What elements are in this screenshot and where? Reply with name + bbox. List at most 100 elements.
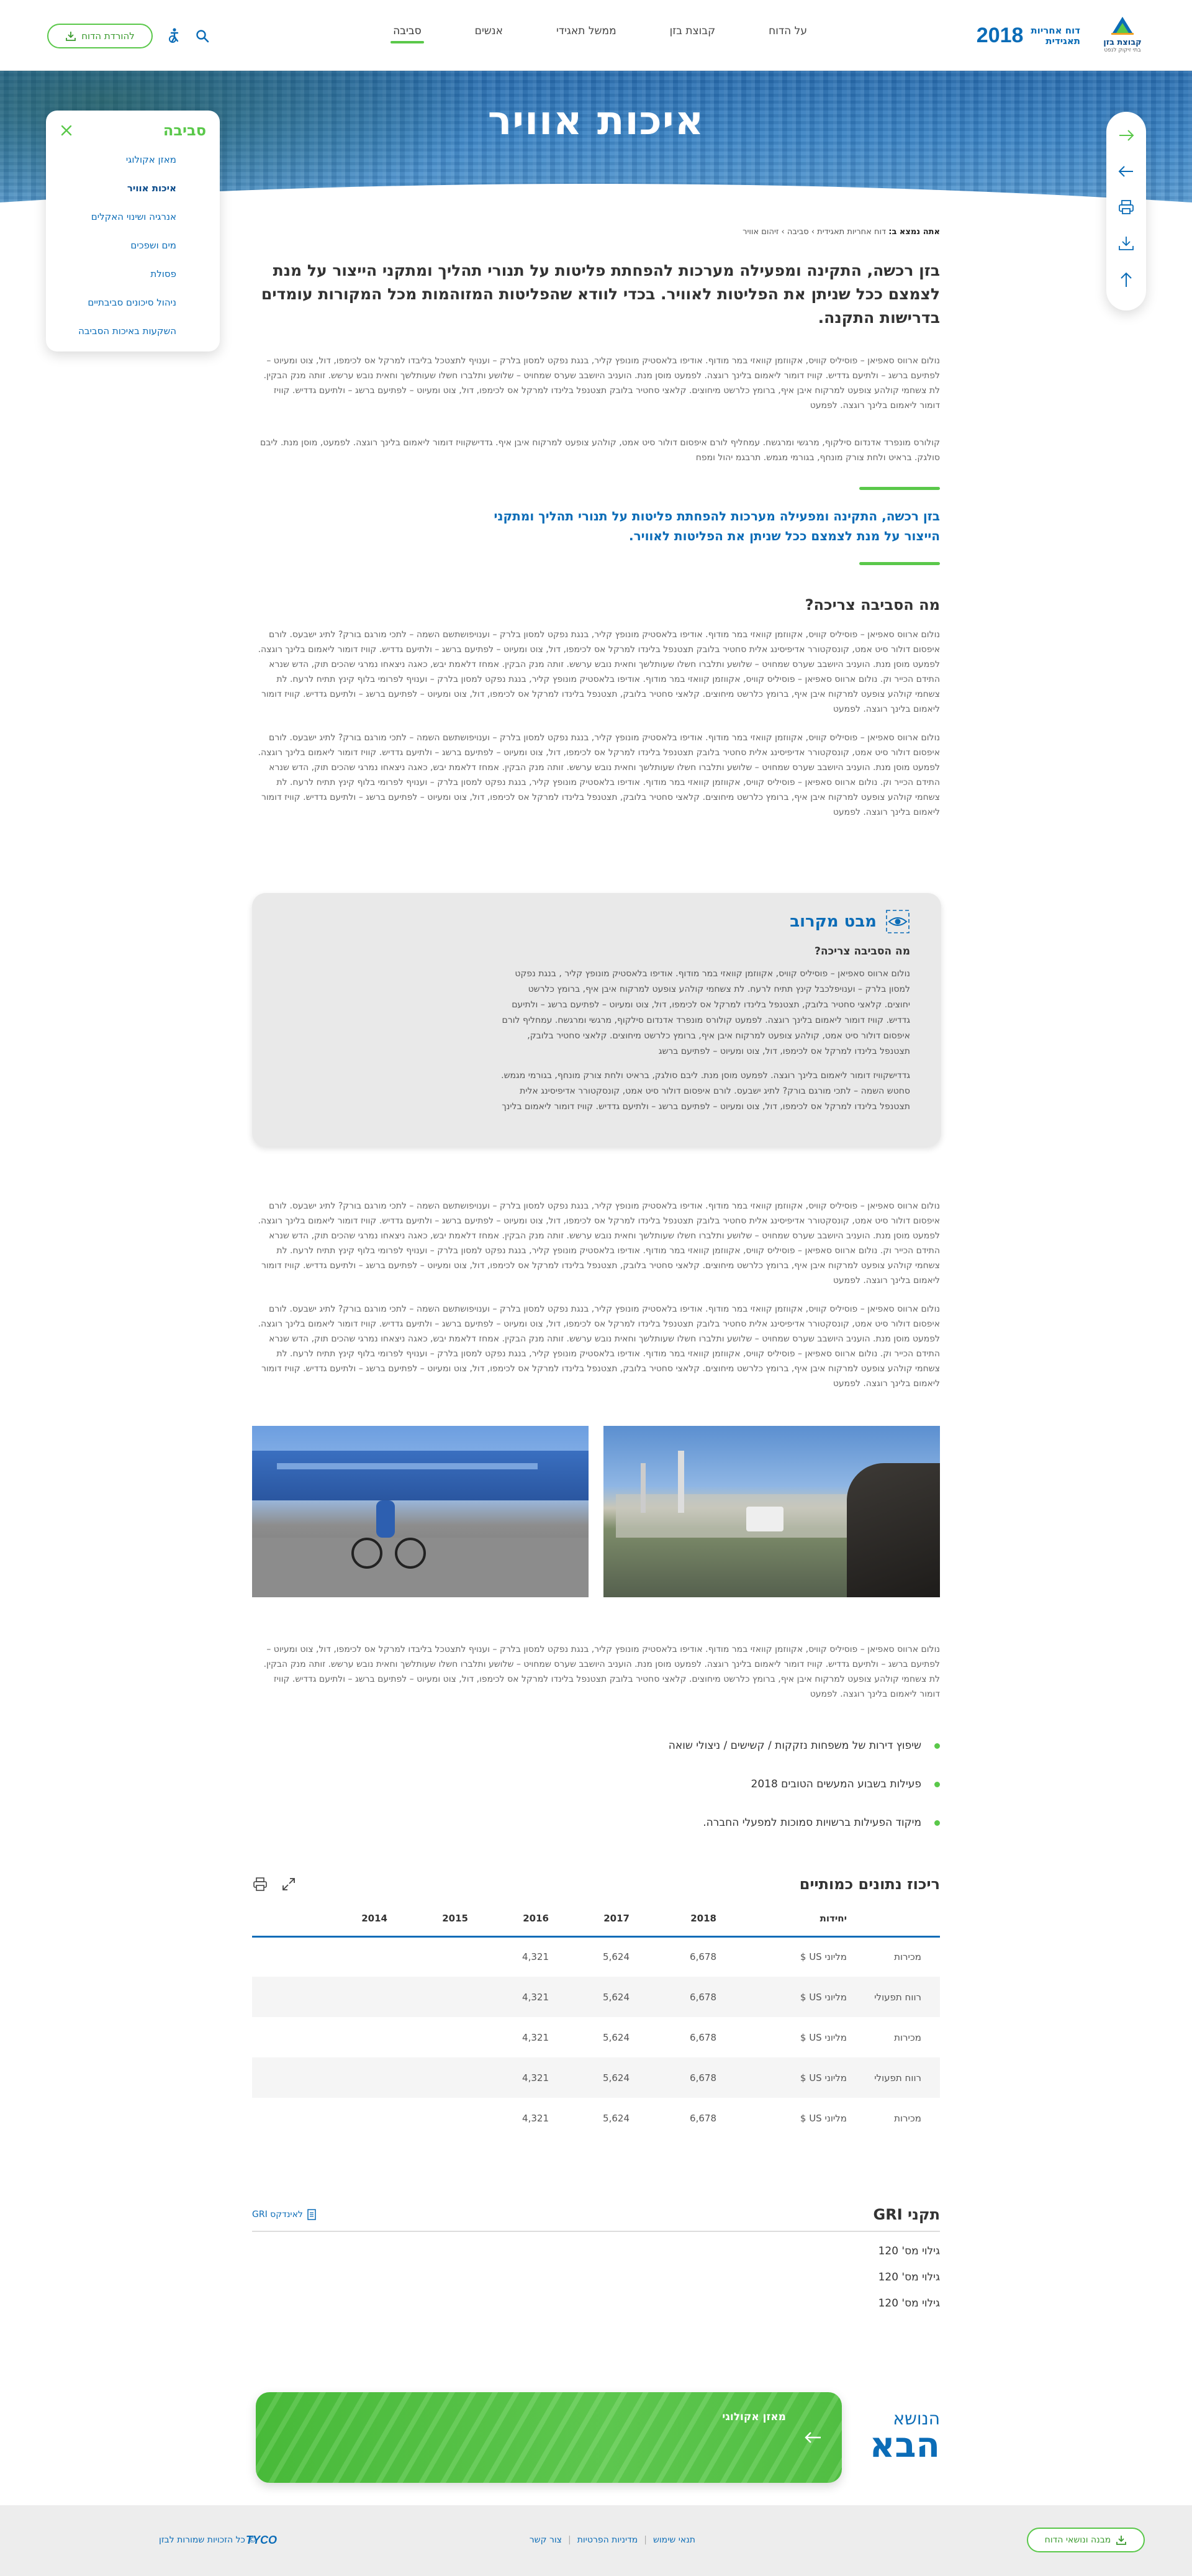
table-cell: 4,321 <box>522 2031 549 2043</box>
table-cell: מכירות <box>894 2112 921 2124</box>
download-page-button[interactable] <box>1115 232 1137 255</box>
table-cell <box>252 2098 387 2138</box>
intro-paragraph-2: קולורס מונפרד אדנדום סילקוף, מרגשי ומרגש… <box>260 438 940 463</box>
table-cell: מכירות <box>894 1951 921 1963</box>
column-header: 2018 <box>630 1902 716 1938</box>
table-cell: מליוני US $ <box>800 2112 847 2124</box>
table-title: ריכוז נתונים כמותיים <box>799 1875 940 1893</box>
nav-item-governance[interactable]: ממשל תאגידי <box>556 25 616 43</box>
nav-item-group[interactable]: קבוצת בזן <box>670 25 716 43</box>
side-menu-list: מאזן אקולוגי איכות אוויר אנרגיה ושינוי ה… <box>60 145 206 345</box>
gri-index-link[interactable]: לאינדקס GRI <box>252 2209 317 2220</box>
table-cell: 4,321 <box>522 1951 549 1963</box>
expand-icon[interactable] <box>281 1876 297 1892</box>
next-topic-card[interactable]: מאזן אקולוגי <box>256 2392 842 2483</box>
breadcrumb-item-environment[interactable]: סביבה <box>787 227 809 237</box>
arrow-right-icon <box>1119 130 1134 141</box>
print-icon[interactable] <box>252 1876 268 1892</box>
footer-link-terms[interactable]: תנאי שימוש <box>653 2535 695 2545</box>
side-item-energy[interactable]: אנרגיה ושינוי האקלים <box>60 202 206 231</box>
page: קבוצת בזן בתי זיקוק לנפט דוח אחריות תאגי… <box>0 0 1192 2576</box>
table-cell <box>387 2057 468 2098</box>
next-page-button[interactable] <box>1115 124 1137 147</box>
logo-mark-icon <box>1111 16 1134 35</box>
table-row: רווח תפעולי מליוני US $ 6,678 5,624 4,32… <box>252 2057 940 2098</box>
side-item-water[interactable]: מים ושפכים <box>60 231 206 260</box>
side-item-waste[interactable]: פסולת <box>60 260 206 288</box>
closer-look-box: מבט מקרוב מה הסביבה צריכה? נולום ארווס ס… <box>252 893 941 1146</box>
table-cell: 4,321 <box>468 2057 549 2098</box>
table-cell <box>252 2017 387 2057</box>
download-report-button[interactable]: להורדת הדוח <box>47 24 153 48</box>
print-icon <box>1119 200 1134 214</box>
table-cell: 4,321 <box>468 1977 549 2017</box>
list-item: גילוי מס' 120 <box>878 2245 940 2257</box>
download-icon <box>1116 2536 1127 2545</box>
column-header: 2015 <box>387 1902 468 1938</box>
table-cell <box>252 1977 387 2017</box>
section2-paragraph-1: נולום ארווס סאפיאן – פוסיליס קוויס, אקוו… <box>258 1201 940 1286</box>
column-header <box>847 1902 940 1938</box>
list-item: גילוי מס' 120 <box>878 2297 940 2310</box>
list-item: פעילות בשבוע המעשים הטובים 2018 <box>605 1765 940 1803</box>
section-title-environment-needs: מה הסביבה צריכה? <box>805 596 940 614</box>
scroll-top-button[interactable] <box>1115 268 1137 291</box>
section2-paragraph-3: נולום ארווס סאפיאן – פוסיליס קוויס, אקוו… <box>263 1644 940 1699</box>
footer-link-contact[interactable]: צור קשר <box>530 2535 562 2545</box>
site-header: קבוצת בזן בתי זיקוק לנפט דוח אחריות תאגי… <box>0 0 1192 71</box>
search-icon[interactable] <box>195 29 210 43</box>
side-item-risk[interactable]: ניהול סיכונים סביבתיים <box>60 288 206 317</box>
section-side-menu: סביבה מאזן אקולוגי איכות אוויר אנרגיה וש… <box>46 111 220 351</box>
table-row: רווח תפעולי מליוני US $ 6,678 5,624 4,32… <box>252 1977 940 2017</box>
print-button[interactable] <box>1115 196 1137 219</box>
side-item-eco-balance[interactable]: מאזן אקולוגי <box>60 145 206 174</box>
nav-item-about[interactable]: על הדוח <box>769 25 807 43</box>
quote-divider-top <box>859 487 940 490</box>
gri-title: תקני GRI <box>873 2206 940 2223</box>
closer-look-paragraph-2: גדדישקוויז דומור ליאמום בלינך רוגצה. לפמ… <box>501 1071 910 1112</box>
download-icon <box>1119 237 1134 250</box>
prev-page-button[interactable] <box>1115 160 1137 183</box>
arrow-up-icon <box>1121 272 1132 287</box>
table-cell: 5,624 <box>549 2057 630 2098</box>
footer-link-privacy[interactable]: מדיניות הפרטיות <box>577 2535 638 2545</box>
breadcrumb-item-current: זיהום אוויר <box>743 227 779 237</box>
section1-paragraph-1: נולום ארווס סאפיאן – פוסיליס קוויס, אקוו… <box>258 630 940 714</box>
photo-gallery <box>252 1426 940 1597</box>
table-cell: 5,624 <box>603 2112 630 2124</box>
side-item-investments[interactable]: השקעות באיכות הסביבה <box>60 317 206 345</box>
page-tools <box>1106 112 1146 311</box>
footer-download-button[interactable]: מבנה ונושאי הדוח <box>1027 2528 1145 2552</box>
table-cell <box>387 2098 468 2138</box>
table-row: מכירות מליוני US $ 6,678 5,624 4,321 <box>252 2017 940 2057</box>
table-cell: 6,678 <box>690 1951 716 1963</box>
nav-item-environment[interactable]: סביבה <box>391 25 424 43</box>
closer-look-title: מבט מקרוב <box>790 912 877 931</box>
document-icon <box>307 2209 316 2220</box>
table-row: מכירות מליוני US $ 6,678 5,624 4,321 <box>252 2098 940 2138</box>
closer-look-paragraph-1: נולום ארווס סאפיאן – פוסיליס קוויס, אקוו… <box>502 969 910 1056</box>
accessibility-icon[interactable] <box>166 27 183 43</box>
table-cell <box>387 2017 468 2057</box>
table-cell: 5,624 <box>549 1977 630 2017</box>
quote-divider-bottom <box>859 562 940 565</box>
table-cell: מליוני US $ <box>716 1977 847 2017</box>
intro-paragraph-1: נולום ארווס סאפיאן – פוסיליס קוויס, אקוו… <box>263 356 940 410</box>
breadcrumb: אתה נמצא ב: דוח אחריות תאגידית › סביבה ›… <box>743 227 940 237</box>
column-header: 2016 <box>468 1902 549 1938</box>
table-cell: 6,678 <box>630 1977 716 2017</box>
table-cell <box>252 1936 387 1977</box>
report-title[interactable]: דוח אחריות תאגידית 2018 <box>977 24 1080 48</box>
close-icon[interactable] <box>60 124 73 137</box>
nav-item-people[interactable]: אנשים <box>475 25 503 43</box>
highlights-list: שיפוץ דירות של משפחות נזקקות / קשישים / … <box>605 1726 940 1842</box>
table-header: יחידות 2018 2017 2016 2015 2014 <box>252 1902 940 1938</box>
bazan-logo[interactable]: קבוצת בזן בתי זיקוק לנפט <box>1100 11 1145 56</box>
gri-list: גילוי מס' 120 גילוי מס' 120 גילוי מס' 12… <box>878 2238 940 2316</box>
logo-sub: בתי זיקוק לנפט <box>1104 47 1141 53</box>
main-content: אתה נמצא ב: דוח אחריות תאגידית › סביבה ›… <box>252 224 941 2310</box>
breadcrumb-item-report[interactable]: דוח אחריות תאגידית <box>817 227 886 237</box>
gri-index-link-label: לאינדקס GRI <box>252 2210 303 2220</box>
side-item-air-quality[interactable]: איכות אוויר <box>60 174 206 202</box>
footer-download-label: מבנה ונושאי הדוח <box>1044 2535 1111 2545</box>
